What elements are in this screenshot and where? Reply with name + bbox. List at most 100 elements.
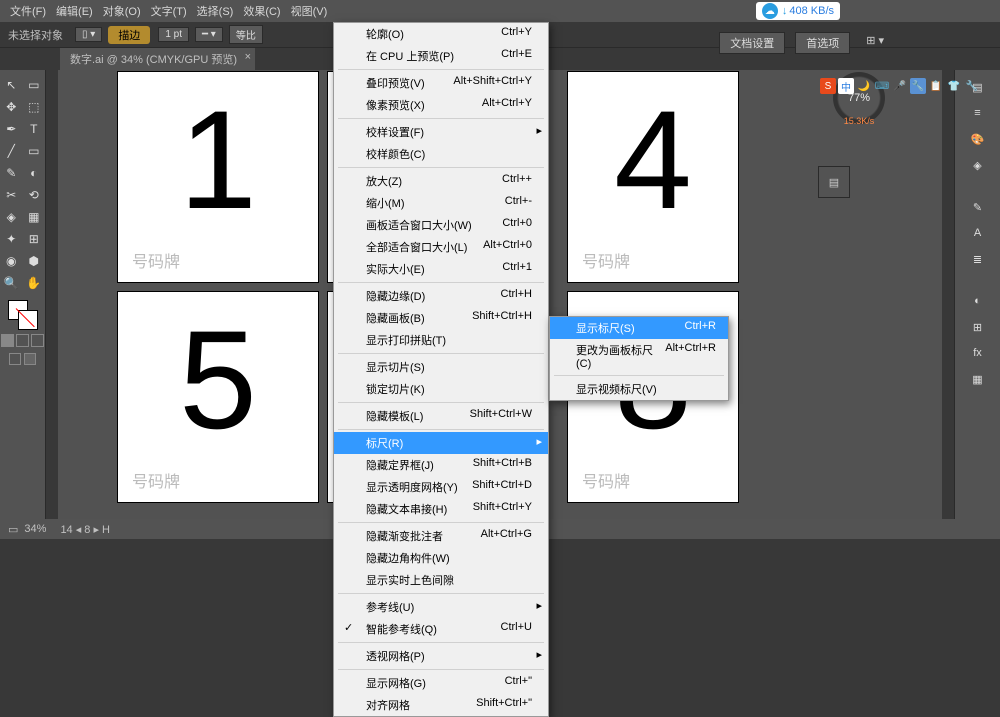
menu-item[interactable]: ✓智能参考线(Q)Ctrl+U (334, 618, 548, 640)
tool-brush[interactable]: ✎ (0, 162, 23, 184)
ime-kbd-icon[interactable]: ⌨ (874, 78, 890, 94)
stroke-weight[interactable]: 1 pt (158, 27, 189, 42)
menu-file[interactable]: 文件(F) (10, 3, 46, 19)
panel-char[interactable]: A (963, 220, 993, 246)
ime-mic-icon[interactable]: 🎤 (892, 78, 908, 94)
submenu-item[interactable]: 更改为画板标尺(C)Alt+Ctrl+R (550, 339, 728, 373)
panel-stroke[interactable]: ✎ (963, 194, 993, 220)
tool-zoom[interactable]: 🔍 (0, 272, 23, 294)
panel-gradient[interactable]: ◐ (963, 288, 993, 314)
panel-brushes[interactable]: 🎨 (963, 126, 993, 152)
menu-item[interactable]: 校样设置(F)▸ (334, 121, 548, 143)
tool-type[interactable]: T (23, 118, 46, 140)
tool-direct[interactable]: ▭ (23, 74, 46, 96)
tool-rect[interactable]: ▭ (23, 140, 46, 162)
ime-bar[interactable]: S 中 🌙 ⌨ 🎤 🔧 📋 👕 🔧 (820, 78, 980, 94)
menu-object[interactable]: 对象(O) (103, 3, 141, 19)
menu-item[interactable]: 隐藏定界框(J)Shift+Ctrl+B (334, 454, 548, 476)
tool-line[interactable]: ╱ (0, 140, 23, 162)
align-icon[interactable]: ⊞ ▾ (860, 32, 890, 54)
tool-hand[interactable]: ✋ (23, 272, 46, 294)
profile-select[interactable]: ━ ▾ (195, 27, 223, 42)
tool-scissors[interactable]: ✂ (0, 184, 23, 206)
zoom-out-icon[interactable]: ▭ (8, 523, 18, 536)
panel-layers[interactable]: ▦ (963, 366, 993, 392)
ime-settings-icon[interactable]: 🔧 (964, 78, 980, 94)
ime-sogou-icon[interactable]: S (820, 78, 836, 94)
menu-item[interactable]: 叠印预览(V)Alt+Shift+Ctrl+Y (334, 72, 548, 94)
ime-tool-icon[interactable]: 🔧 (910, 78, 926, 94)
prefs-button[interactable]: 首选项 (795, 32, 850, 54)
ime-lang[interactable]: 中 (838, 78, 854, 94)
stroke-button[interactable]: 描边 (108, 26, 150, 44)
tool-free[interactable]: ✦ (0, 228, 23, 250)
menu-item[interactable]: 显示实时上色间隙 (334, 569, 548, 591)
tool-symbol[interactable]: ◉ (0, 250, 23, 272)
tool-graph[interactable]: ⬢ (23, 250, 46, 272)
ime-moon-icon[interactable]: 🌙 (856, 78, 872, 94)
menu-item[interactable]: 轮廓(O)Ctrl+Y (334, 23, 548, 45)
document-tab[interactable]: 数字.ai @ 34% (CMYK/GPU 预览) × (60, 48, 255, 70)
menu-item[interactable]: 显示透明度网格(Y)Shift+Ctrl+D (334, 476, 548, 498)
menu-item[interactable]: 缩小(M)Ctrl+- (334, 192, 548, 214)
tool-shape[interactable]: ⊞ (23, 228, 46, 250)
screen-mode-2[interactable] (24, 353, 36, 365)
ime-skin-icon[interactable]: 👕 (946, 78, 962, 94)
menu-item[interactable]: 透视网格(P)▸ (334, 645, 548, 667)
ime-clip-icon[interactable]: 📋 (928, 78, 944, 94)
menu-item[interactable]: 隐藏文本串接(H)Shift+Ctrl+Y (334, 498, 548, 520)
menu-type[interactable]: 文字(T) (151, 3, 187, 19)
panel-transform[interactable]: ⊞ (963, 314, 993, 340)
submenu-item[interactable]: 显示标尺(S)Ctrl+R (550, 317, 728, 339)
menu-item[interactable]: 放大(Z)Ctrl++ (334, 170, 548, 192)
menu-item[interactable]: 锁定切片(K) (334, 378, 548, 400)
menu-item[interactable]: 显示打印拼贴(T) (334, 329, 548, 351)
tab-close-icon[interactable]: × (245, 51, 251, 63)
artboard-4[interactable]: 4号码牌 (568, 72, 738, 282)
menu-item[interactable]: 隐藏边缘(D)Ctrl+H (334, 285, 548, 307)
artboard-1[interactable]: 1号码牌 (118, 72, 318, 282)
tool-pen[interactable]: ✒ (0, 118, 23, 140)
screen-mode[interactable] (9, 353, 21, 365)
tool-scale[interactable]: ◈ (0, 206, 23, 228)
tool-width[interactable]: ▦ (23, 206, 46, 228)
menu-item[interactable]: 参考线(U)▸ (334, 596, 548, 618)
fill-stroke-swatch[interactable] (8, 300, 38, 330)
menu-item[interactable]: 在 CPU 上预览(P)Ctrl+E (334, 45, 548, 67)
menu-item[interactable]: 像素预览(X)Alt+Ctrl+Y (334, 94, 548, 116)
panel-para[interactable]: ≣ (963, 246, 993, 272)
menu-item[interactable]: 隐藏边角构件(W) (334, 547, 548, 569)
doc-setup-button[interactable]: 文档设置 (719, 32, 785, 54)
menu-item[interactable]: 画板适合窗口大小(W)Ctrl+0 (334, 214, 548, 236)
panel-symbols[interactable]: ◈ (963, 152, 993, 178)
zoom-value[interactable]: 34% (24, 523, 46, 535)
menu-item[interactable]: 隐藏画板(B)Shift+Ctrl+H (334, 307, 548, 329)
menu-edit[interactable]: 编辑(E) (56, 3, 93, 19)
submenu-item[interactable]: 显示视频标尺(V) (550, 378, 728, 400)
menu-select[interactable]: 选择(S) (197, 3, 234, 19)
menu-item[interactable]: 全部适合窗口大小(L)Alt+Ctrl+0 (334, 236, 548, 258)
tool-wand[interactable]: ✥ (0, 96, 23, 118)
menu-view[interactable]: 视图(V) (291, 3, 328, 19)
tool-pencil[interactable]: ◐ (23, 162, 46, 184)
menu-item[interactable]: 对齐网格Shift+Ctrl+" (334, 694, 548, 716)
menu-effect[interactable]: 效果(C) (243, 3, 280, 19)
artboard-panel-icon[interactable]: ▤ (818, 166, 850, 198)
tool-lasso[interactable]: ⬚ (23, 96, 46, 118)
menu-item[interactable]: 标尺(R)▸ (334, 432, 548, 454)
network-badge[interactable]: ☁ ↓408 KB/s (756, 2, 840, 20)
menu-item[interactable]: 校样颜色(C) (334, 143, 548, 165)
menu-item[interactable]: 显示切片(S) (334, 356, 548, 378)
color-mode[interactable] (1, 334, 44, 347)
tool-rotate[interactable]: ⟲ (23, 184, 46, 206)
fill-swatch[interactable]: ▯ ▾ (75, 27, 102, 42)
tool-select[interactable]: ↖ (0, 74, 23, 96)
artboard-5[interactable]: 5号码牌 (118, 292, 318, 502)
menu-item[interactable]: 显示网格(G)Ctrl+" (334, 672, 548, 694)
panel-appearance[interactable]: fx (963, 340, 993, 366)
menu-item[interactable]: 隐藏渐变批注者Alt+Ctrl+G (334, 525, 548, 547)
menu-item[interactable]: 实际大小(E)Ctrl+1 (334, 258, 548, 280)
menu-item[interactable]: 隐藏模板(L)Shift+Ctrl+W (334, 405, 548, 427)
artboard-nav[interactable]: 14 ◂ 8 ▸ H (60, 523, 110, 536)
panel-swatches[interactable]: ≡ (963, 100, 993, 126)
